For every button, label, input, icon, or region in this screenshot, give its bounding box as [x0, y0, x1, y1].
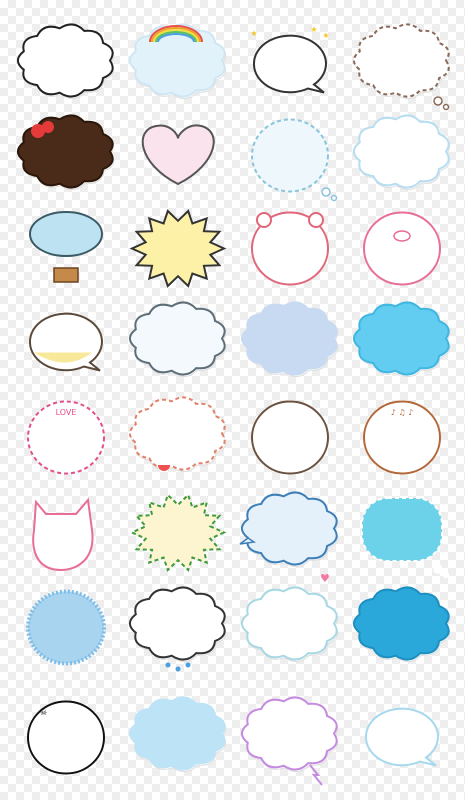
- sticker-r4c2: [128, 300, 228, 385]
- svg-text:☠: ☠: [40, 708, 47, 717]
- circle-bubble-icon: ♪ ♫ ♪: [363, 400, 441, 475]
- sticker-r7c4: [352, 585, 452, 670]
- cloud-bubble-icon: [352, 23, 451, 111]
- cloud-bubble-icon: [128, 696, 227, 773]
- cloud-bubble-icon: [16, 114, 115, 191]
- sticker-r7c2: [128, 585, 228, 672]
- cloud-bubble-icon: [128, 586, 227, 672]
- circle-bubble-icon: [363, 211, 441, 286]
- sticker-r1c1: [16, 22, 116, 107]
- cloud-bubble-icon: [128, 396, 227, 473]
- cloud-bubble-icon: [352, 586, 451, 663]
- sticker-r1c3: ★ ★ ★: [240, 22, 340, 107]
- sticker-r8c1: ☠: [16, 695, 116, 780]
- burst-bubble-icon: [129, 493, 227, 572]
- sticker-r3c3: [240, 206, 340, 291]
- sticker-r8c4: [352, 695, 452, 780]
- sticker-r5c4: ♪ ♫ ♪: [352, 395, 452, 480]
- sticker-r7c3: [240, 585, 340, 670]
- svg-text:★: ★: [310, 25, 317, 34]
- cloud-bubble-icon: [16, 23, 115, 100]
- sticker-r1c2: [128, 22, 228, 107]
- sticker-r6c1: [16, 490, 116, 575]
- cloud-bubble-icon: [240, 696, 339, 786]
- sticker-r8c3: [240, 695, 340, 786]
- circle-bubble-icon: LOVE: [27, 400, 105, 475]
- sticker-r6c4: [352, 490, 452, 579]
- rounded-bubble-icon: [361, 497, 450, 579]
- circle-bubble-icon: [251, 400, 329, 475]
- svg-text:★: ★: [250, 29, 257, 38]
- sticker-r2c4: [352, 113, 452, 198]
- sticker-r3c2: [128, 206, 228, 291]
- speech-bubble-icon: [28, 312, 103, 372]
- cloud-bubble-icon: [239, 491, 339, 568]
- sticker-r2c2: [128, 113, 228, 198]
- scribble-bubble-icon: [26, 589, 106, 666]
- sticker-r6c2: [128, 490, 228, 575]
- svg-text:♪ ♫ ♪: ♪ ♫ ♪: [391, 408, 413, 417]
- cloud-bubble-icon: [352, 114, 451, 191]
- sticker-r4c1: [16, 300, 116, 385]
- sticker-r3c1: [16, 206, 116, 291]
- sticker-r1c4: [352, 22, 452, 111]
- cloud-bubble-icon: [240, 586, 339, 663]
- sticker-r5c3: [240, 395, 340, 480]
- small-heart-icon: ♥: [320, 572, 330, 585]
- speech-bubble-icon: ★ ★ ★: [250, 25, 330, 94]
- sticker-r5c1: LOVE: [16, 395, 116, 480]
- balloon-bubble-icon: [29, 211, 103, 283]
- cloud-bubble-icon: [240, 301, 339, 378]
- speech-bubble-icon: [364, 707, 439, 767]
- sticker-r3c4: [352, 206, 452, 291]
- sticker-r6c3: [239, 490, 340, 575]
- cloud-bubble-icon: [128, 23, 227, 100]
- sticker-sheet: ★ ★ ★ LOVE ♪ ♫ ♪ ☠ ♥: [0, 0, 465, 800]
- circle-bubble-icon: [251, 118, 338, 202]
- burst-bubble-icon: [129, 209, 227, 288]
- sticker-r4c3: [240, 300, 340, 385]
- cat-bubble-icon: [32, 497, 94, 572]
- sticker-r2c3: [240, 113, 340, 202]
- sticker-r8c2: [128, 695, 228, 780]
- sticker-r5c2: [128, 395, 228, 480]
- circle-bubble-icon: [251, 211, 329, 286]
- love-label: LOVE: [56, 408, 77, 417]
- cloud-bubble-icon: [352, 301, 451, 378]
- svg-text:★: ★: [322, 31, 329, 40]
- sticker-r7c1: [16, 585, 116, 670]
- sticker-r4c4: [352, 300, 452, 385]
- sticker-r2c1: [16, 113, 116, 198]
- circle-bubble-icon: ☠: [27, 700, 105, 775]
- heart-bubble-icon: [141, 124, 215, 186]
- cloud-bubble-icon: [128, 301, 227, 378]
